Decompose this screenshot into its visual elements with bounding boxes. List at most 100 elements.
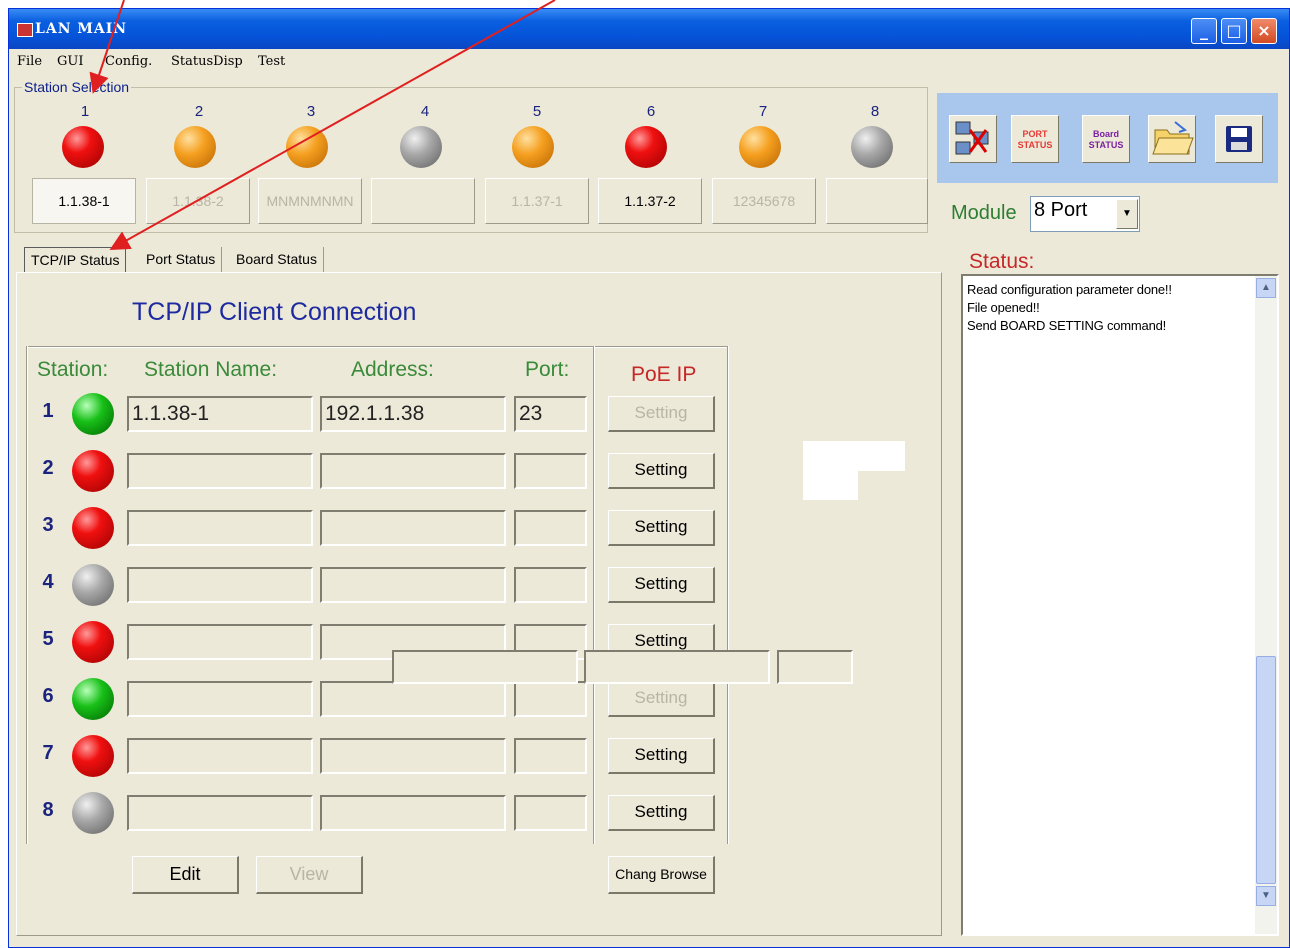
status-line: Send BOARD SETTING command! — [967, 318, 1167, 333]
network-icon — [955, 121, 989, 155]
poe-setting-button[interactable]: Setting — [608, 510, 715, 546]
port-field[interactable] — [514, 738, 587, 774]
close-button[interactable]: × — [1251, 18, 1277, 44]
chevron-down-icon[interactable]: ▼ — [1116, 199, 1138, 229]
header-station: Station: — [37, 358, 109, 381]
maximize-button[interactable]: □ — [1221, 18, 1247, 44]
poe-setting-button[interactable]: Setting — [608, 795, 715, 831]
station-name-field[interactable] — [127, 453, 313, 489]
port-field[interactable] — [514, 681, 587, 717]
header-address: Address: — [351, 358, 434, 381]
port-field[interactable] — [514, 453, 587, 489]
station-status-led-icon — [739, 126, 781, 168]
address-field[interactable] — [320, 510, 506, 546]
station-number: 6 — [646, 103, 656, 120]
station-button-8[interactable] — [826, 178, 928, 224]
station-button-6[interactable]: 1.1.37-2 — [598, 178, 702, 224]
save-button[interactable] — [1215, 115, 1263, 163]
module-select[interactable]: 8 Port ▼ — [1030, 196, 1140, 232]
status-line: Read configuration parameter done!! — [967, 282, 1172, 297]
status-log[interactable]: Read configuration parameter done!! File… — [961, 274, 1279, 936]
station-name-field[interactable] — [127, 795, 313, 831]
table-right-border — [727, 346, 729, 844]
board-status-button[interactable]: Board STATUS — [1082, 115, 1130, 163]
status-scrollbar[interactable]: ▲ ▼ — [1255, 276, 1277, 934]
station-button-4[interactable] — [371, 178, 475, 224]
chang-browse-button[interactable]: Chang Browse — [608, 856, 715, 894]
menu-gui[interactable]: GUI — [57, 54, 83, 69]
poe-setting-button[interactable]: Setting — [608, 453, 715, 489]
scroll-down-icon[interactable]: ▼ — [1256, 886, 1276, 906]
minimize-button[interactable]: _ — [1191, 18, 1217, 44]
station-status-led-icon — [512, 126, 554, 168]
station-name-field[interactable] — [127, 510, 313, 546]
network-button[interactable] — [949, 115, 997, 163]
station-button-3[interactable]: MNMNMNMN — [258, 178, 362, 224]
station-status-led-icon — [62, 126, 104, 168]
row-number: 2 — [42, 457, 54, 479]
minimize-icon: _ — [1200, 21, 1208, 40]
address-field[interactable]: 192.1.1.38 — [320, 396, 506, 432]
row-number: 1 — [42, 400, 54, 422]
station-number: 4 — [420, 103, 430, 120]
station-name-field[interactable] — [127, 738, 313, 774]
port-field[interactable] — [514, 795, 587, 831]
poe-setting-button[interactable]: Setting — [608, 396, 715, 432]
tab-port-status[interactable]: Port Status — [140, 247, 223, 273]
title-bar[interactable]: LAN MAIN _ □ × — [9, 9, 1289, 49]
station-button-7[interactable]: 12345678 — [712, 178, 816, 224]
view-button[interactable]: View — [256, 856, 363, 894]
port-field[interactable]: 23 — [514, 396, 587, 432]
menu-file[interactable]: File — [17, 54, 42, 69]
poe-setting-button[interactable]: Setting — [608, 681, 715, 717]
toolbar: PORT STATUS Board STATUS — [937, 93, 1278, 183]
menu-test[interactable]: Test — [258, 54, 285, 69]
row-number: 4 — [42, 571, 54, 593]
status-label: Status: — [969, 250, 1035, 273]
address-field[interactable] — [320, 795, 506, 831]
station-button-2[interactable]: 1.1.38-2 — [146, 178, 250, 224]
station-number: 1 — [80, 103, 90, 120]
address-field[interactable] — [320, 738, 506, 774]
address-field[interactable] — [320, 453, 506, 489]
station-number: 7 — [758, 103, 768, 120]
save-disk-icon — [1226, 126, 1252, 152]
menu-statusdisp[interactable]: StatusDisp — [171, 54, 243, 69]
station-button-5[interactable]: 1.1.37-1 — [485, 178, 589, 224]
board-status-icon: Board STATUS — [1088, 129, 1124, 150]
row-number: 6 — [42, 685, 54, 707]
port-field[interactable] — [514, 567, 587, 603]
menu-config[interactable]: Config. — [105, 54, 152, 69]
tab-board-status[interactable]: Board Status — [230, 247, 324, 273]
connection-status-led-icon — [72, 792, 114, 834]
header-poe-ip: PoE IP — [631, 363, 697, 386]
connection-status-led-icon — [72, 678, 114, 720]
port-status-button[interactable]: PORT STATUS — [1011, 115, 1059, 163]
station-button-1[interactable]: 1.1.38-1 — [32, 178, 136, 224]
open-button[interactable] — [1148, 115, 1196, 163]
window-title: LAN MAIN — [35, 21, 128, 37]
scroll-thumb[interactable] — [1256, 656, 1276, 884]
open-folder-icon — [1152, 121, 1194, 155]
poe-setting-button[interactable]: Setting — [608, 738, 715, 774]
tab-tcpip-status[interactable]: TCP/IP Status — [24, 247, 127, 273]
floating-field-3 — [777, 650, 853, 684]
address-field[interactable] — [320, 681, 506, 717]
edit-button[interactable]: Edit — [132, 856, 239, 894]
station-name-field[interactable]: 1.1.38-1 — [127, 396, 313, 432]
port-status-icon: PORT STATUS — [1017, 129, 1053, 150]
port-field[interactable] — [514, 510, 587, 546]
poe-setting-button[interactable]: Setting — [608, 567, 715, 603]
station-number: 3 — [306, 103, 316, 120]
station-name-field[interactable] — [127, 681, 313, 717]
connection-status-led-icon — [72, 393, 114, 435]
close-icon: × — [1257, 21, 1271, 40]
station-name-field[interactable] — [127, 624, 313, 660]
station-name-field[interactable] — [127, 567, 313, 603]
station-status-led-icon — [286, 126, 328, 168]
address-field[interactable] — [320, 567, 506, 603]
scroll-up-icon[interactable]: ▲ — [1256, 278, 1276, 298]
station-number: 8 — [870, 103, 880, 120]
row-number: 8 — [42, 799, 54, 821]
artifact-white-patch — [803, 441, 905, 471]
